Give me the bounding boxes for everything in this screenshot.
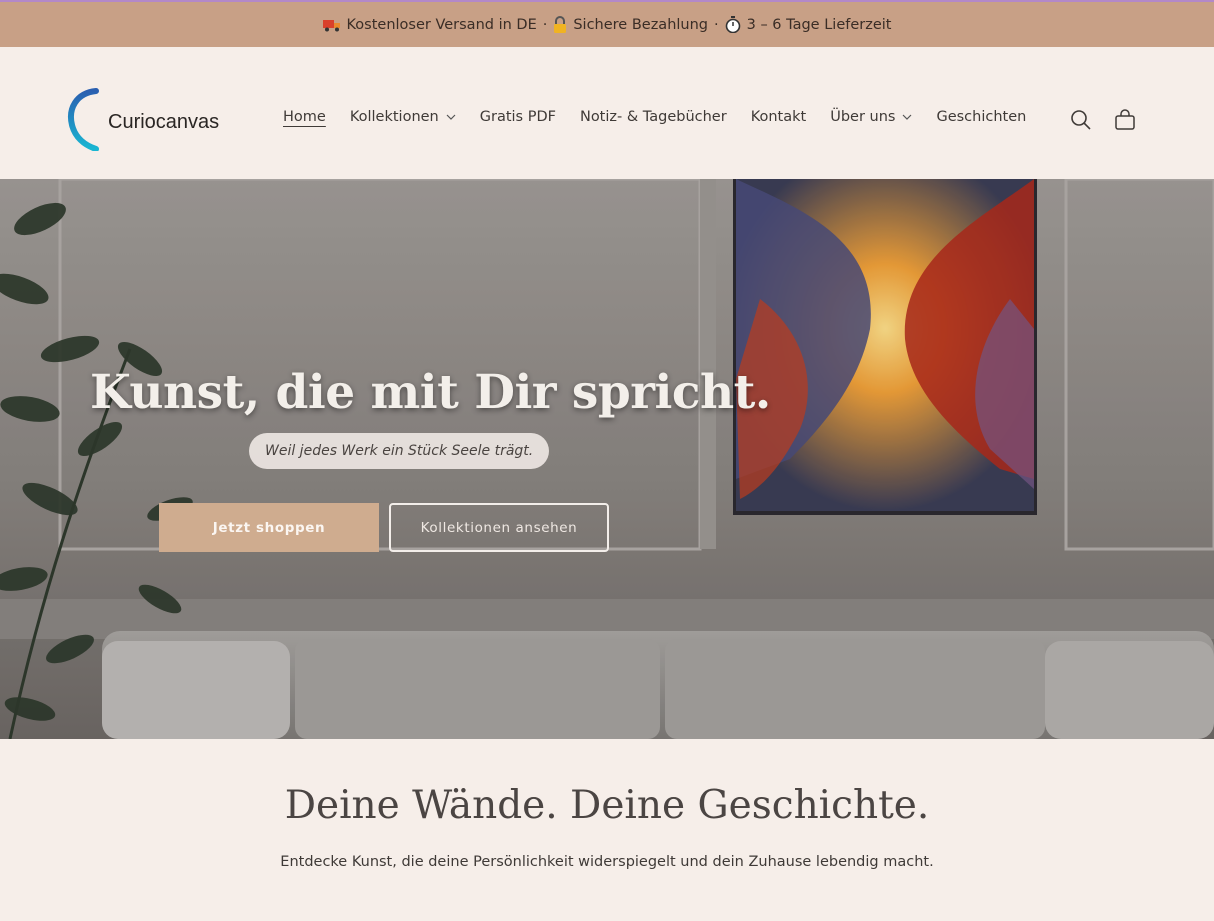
hero-background-image (0, 179, 1214, 739)
chevron-down-icon (903, 114, 912, 120)
shop-now-button[interactable]: Jetzt shoppen (159, 503, 379, 552)
nav-label: Geschichten (936, 109, 1027, 125)
main-nav: Home Kollektionen Gratis PDF Notiz- & Ta… (283, 109, 1050, 125)
chevron-down-icon (446, 114, 456, 120)
nav-label: Über uns (830, 109, 896, 125)
lock-icon (554, 16, 567, 33)
hero-banner: Kunst, die mit Dir spricht. Weil jedes W… (0, 179, 1214, 739)
announcement-separator: · (542, 16, 548, 33)
nav-item-geschichten[interactable]: Geschichten (936, 109, 1026, 125)
nav-item-kollektionen[interactable]: Kollektionen (350, 109, 456, 125)
nav-label: Notiz- & Tagebücher (579, 109, 727, 125)
announcement-bar: Kostenloser Versand in DE · Sichere Beza… (0, 0, 1214, 47)
section-text: Entdecke Kunst, die deine Persönlichkeit… (280, 854, 934, 870)
truck-icon (322, 19, 340, 31)
hero-title: Kunst, die mit Dir spricht. (90, 365, 771, 420)
announcement-separator: · (714, 16, 719, 33)
nav-label: Kontakt (750, 109, 807, 125)
announcement-shipping: Kostenloser Versand in DE (346, 16, 537, 33)
cart-icon[interactable] (1114, 109, 1136, 131)
site-header: Curiocanvas Home Kollektionen Gratis PDF… (0, 47, 1214, 179)
logo-mark-icon (68, 88, 99, 151)
nav-item-gratis-pdf[interactable]: Gratis PDF (480, 109, 556, 125)
announcement-delivery: 3 – 6 Tage Lieferzeit (746, 16, 892, 33)
nav-label: Gratis PDF (479, 109, 556, 125)
announcement-payment: Sichere Bezahlung (573, 16, 708, 33)
brand-name: Curiocanvas (108, 110, 220, 133)
view-collections-button[interactable]: Kollektionen ansehen (389, 503, 609, 552)
header-icons (1070, 109, 1136, 131)
nav-item-kontakt[interactable]: Kontakt (751, 109, 807, 125)
section-title: Deine Wände. Deine Geschichte. (284, 783, 930, 828)
nav-item-ueber-uns[interactable]: Über uns (830, 109, 912, 125)
nav-item-home[interactable]: Home (283, 109, 326, 125)
hero-subtitle: Weil jedes Werk ein Stück Seele trägt. (249, 433, 550, 469)
intro-section: Deine Wände. Deine Geschichte. Entdecke … (0, 739, 1214, 921)
stopwatch-icon (725, 16, 740, 33)
search-icon[interactable] (1070, 109, 1092, 131)
nav-label: Home (283, 109, 326, 125)
brand-logo[interactable]: Curiocanvas (66, 87, 219, 151)
nav-label: Kollektionen (349, 109, 439, 125)
nav-item-notizbuecher[interactable]: Notiz- & Tagebücher (580, 109, 727, 125)
